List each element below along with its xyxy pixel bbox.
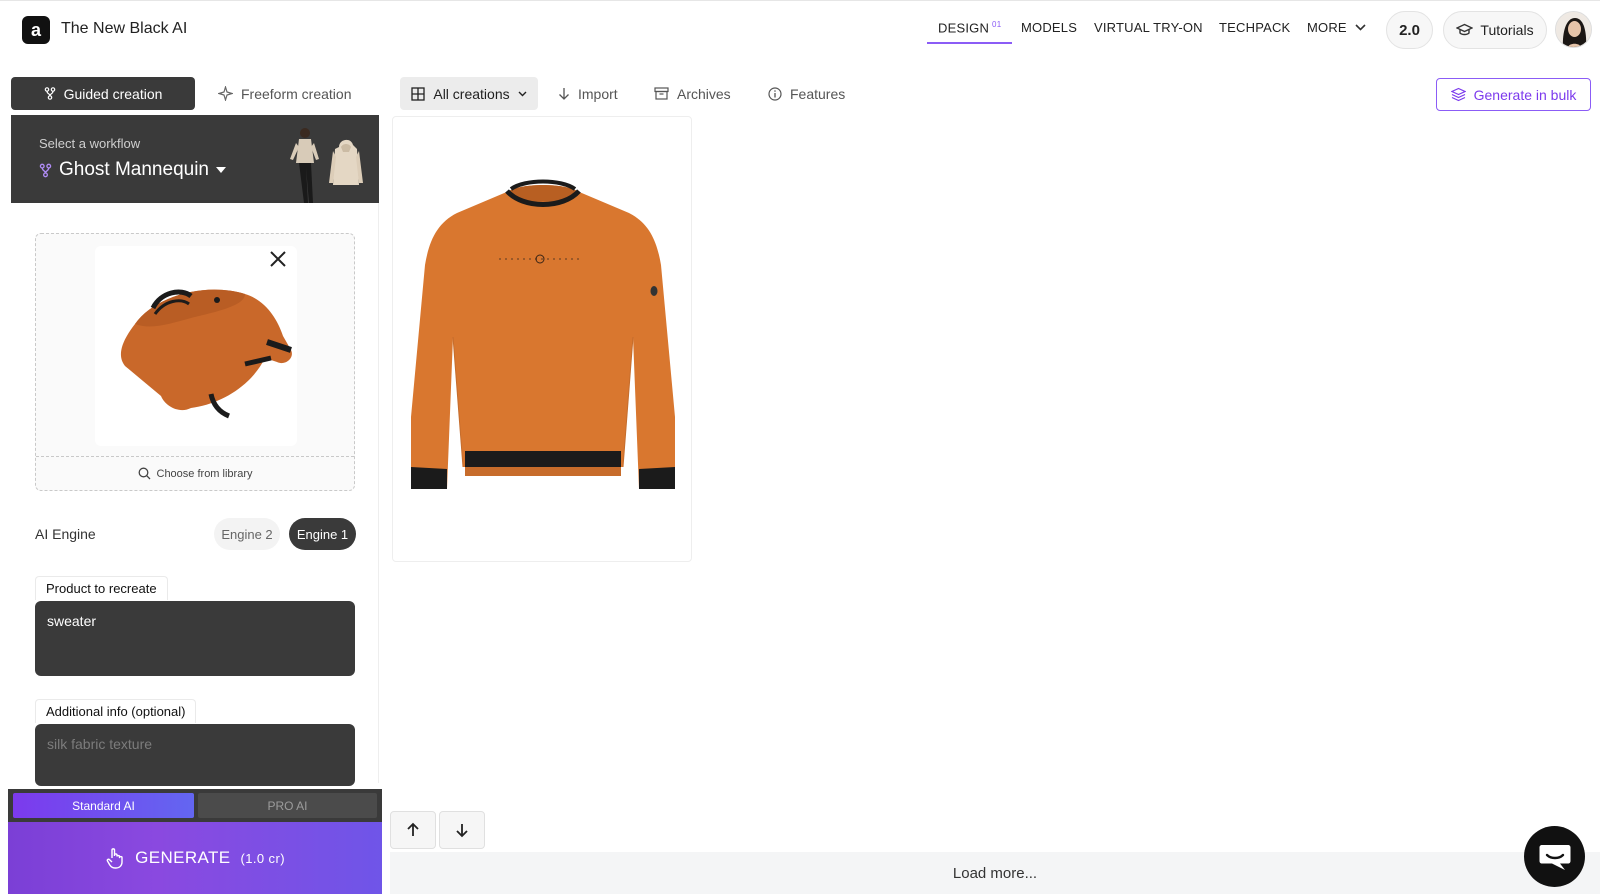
user-avatar[interactable] xyxy=(1555,11,1592,48)
scroll-up-button[interactable] xyxy=(390,811,436,849)
sparkle-icon xyxy=(218,86,233,101)
tab-guided-label: Guided creation xyxy=(63,85,163,102)
workflow-dropdown[interactable]: Ghost Mannequin xyxy=(39,159,226,181)
graduation-cap-icon xyxy=(1456,23,1474,37)
all-creations-dropdown[interactable]: All creations xyxy=(400,77,538,110)
nav-virtual-try-on[interactable]: VIRTUAL TRY-ON xyxy=(1094,20,1203,35)
tutorials-button[interactable]: Tutorials xyxy=(1443,11,1547,49)
arrow-up-icon xyxy=(405,822,421,838)
choose-from-library-label: Choose from library xyxy=(156,467,253,480)
generate-in-bulk-button[interactable]: Generate in bulk xyxy=(1436,78,1591,111)
generate-label: GENERATE xyxy=(135,848,231,867)
ai-engine-label: AI Engine xyxy=(35,526,96,542)
archives-button[interactable]: Archives xyxy=(654,77,731,110)
chevron-down-icon xyxy=(518,91,527,97)
arrow-down-icon xyxy=(454,822,470,838)
scroll-down-button[interactable] xyxy=(439,811,485,849)
nav-design[interactable]: DESIGN 01 xyxy=(927,20,1013,45)
info-circle-icon xyxy=(768,86,782,101)
nav-techpack[interactable]: TECHPACK xyxy=(1219,20,1290,35)
engine-1-option[interactable]: Engine 1 xyxy=(289,518,356,550)
archives-label: Archives xyxy=(677,85,731,102)
features-button[interactable]: Features xyxy=(768,77,845,110)
caret-down-icon xyxy=(216,167,226,173)
pro-ai-option[interactable]: PRO AI xyxy=(198,793,377,818)
load-more-button[interactable]: Load more... xyxy=(390,852,1600,894)
product-field-label: Product to recreate xyxy=(35,576,168,600)
standard-ai-option[interactable]: Standard AI xyxy=(13,793,194,818)
generate-in-bulk-label: Generate in bulk xyxy=(1473,86,1577,103)
product-to-recreate-input[interactable]: sweater xyxy=(35,601,355,676)
chat-support-button[interactable] xyxy=(1524,826,1585,887)
tab-freeform-label: Freeform creation xyxy=(241,85,352,102)
additional-info-label: Additional info (optional) xyxy=(35,699,197,723)
workflow-preview-image xyxy=(289,125,379,203)
import-button[interactable]: Import xyxy=(558,77,618,110)
nav-design-label: DESIGN xyxy=(938,20,990,36)
hand-pointer-icon xyxy=(105,847,125,869)
archive-box-icon xyxy=(654,87,669,100)
ai-mode-toggle: Standard AI PRO AI xyxy=(8,789,382,822)
workflow-value: Ghost Mannequin xyxy=(59,159,209,180)
top-bar: a The New Black AI DESIGN 01 MODELS VIRTU… xyxy=(0,0,1600,58)
image-upload-area[interactable]: Choose from library xyxy=(35,233,355,491)
import-label: Import xyxy=(578,85,618,102)
generated-sweater-image xyxy=(411,179,675,489)
engine-2-option[interactable]: Engine 2 xyxy=(214,518,280,550)
workflow-selector[interactable]: Select a workflow Ghost Mannequin xyxy=(11,115,379,203)
logo-glyph: a xyxy=(30,19,41,40)
nav-more-label: MORE xyxy=(1307,20,1347,35)
workflow-branch-icon xyxy=(44,87,56,100)
choose-from-library-button[interactable]: Choose from library xyxy=(36,456,354,490)
workflow-label: Select a workflow xyxy=(39,136,141,151)
generate-button[interactable]: GENERATE (1.0 cr) xyxy=(8,822,382,894)
remove-image-close-icon[interactable] xyxy=(268,249,288,269)
arrow-down-icon xyxy=(558,87,570,101)
chat-bubble-icon xyxy=(1538,842,1572,872)
app-logo[interactable]: a xyxy=(22,16,50,44)
app-title[interactable]: The New Black AI xyxy=(61,20,187,38)
additional-info-input[interactable]: silk fabric texture xyxy=(35,724,355,786)
all-creations-label: All creations xyxy=(433,85,510,102)
nav-design-badge: 01 xyxy=(992,20,1002,29)
uploaded-sweater-image xyxy=(95,246,297,446)
nav-more[interactable]: MORE xyxy=(1307,20,1366,35)
creation-card[interactable] xyxy=(392,116,692,562)
tab-guided-creation[interactable]: Guided creation xyxy=(11,77,195,110)
chevron-down-icon xyxy=(1355,24,1366,31)
grid-icon xyxy=(411,86,426,101)
nav-models[interactable]: MODELS xyxy=(1021,20,1077,35)
tutorials-label: Tutorials xyxy=(1480,22,1534,38)
version-badge[interactable]: 2.0 xyxy=(1386,11,1433,49)
tab-freeform-creation[interactable]: Freeform creation xyxy=(218,77,351,110)
generate-cost: (1.0 cr) xyxy=(240,850,285,866)
features-label: Features xyxy=(790,85,846,102)
search-icon xyxy=(138,467,151,480)
workflow-branch-icon xyxy=(39,163,52,178)
layers-icon xyxy=(1450,87,1466,102)
